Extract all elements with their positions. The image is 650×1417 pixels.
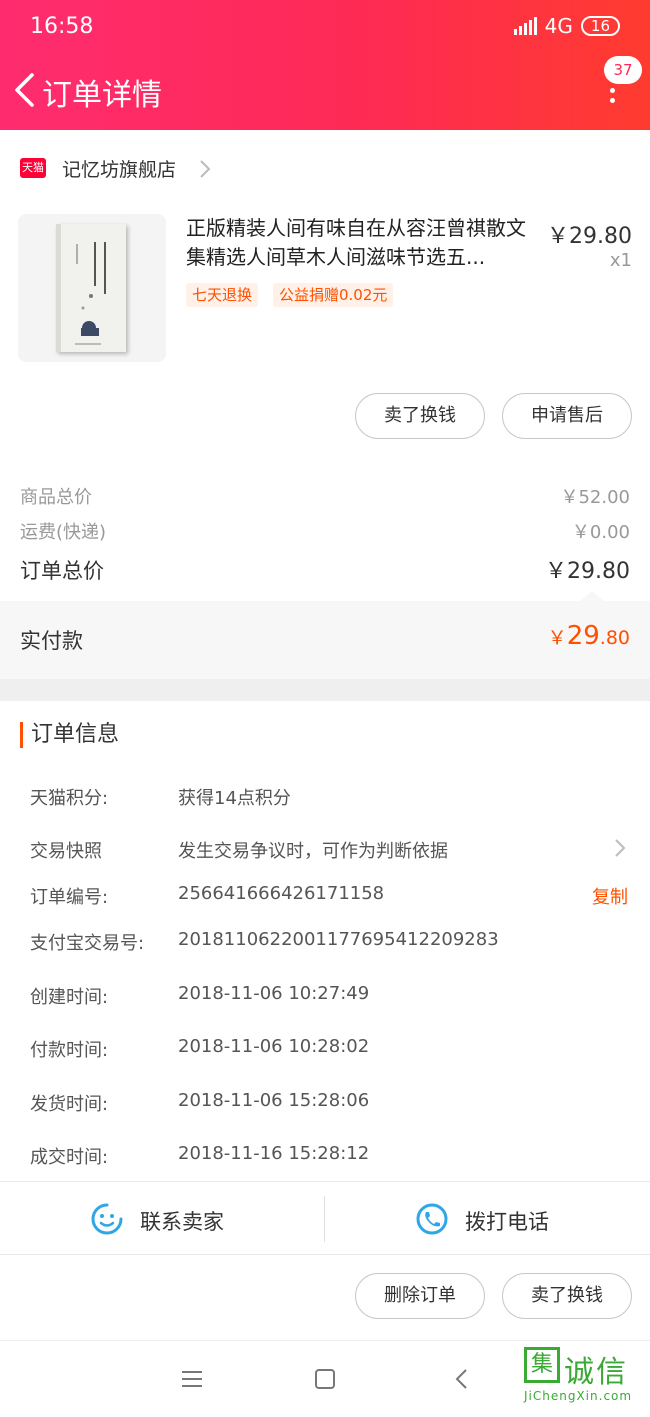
- paid-time-label: 付款时间:: [30, 1040, 109, 1061]
- deal-time-value: 2018-11-16 15:28:12: [178, 1143, 370, 1164]
- paid-label: 实付款: [20, 629, 83, 653]
- order-info-title: 订单信息: [20, 722, 119, 748]
- product-image[interactable]: [18, 214, 166, 362]
- created-time-label: 创建时间:: [30, 987, 109, 1008]
- snapshot-label[interactable]: 交易快照: [30, 837, 102, 863]
- status-icons: 4G 16: [513, 14, 620, 38]
- watermark-logo: 集 诚信 JiChengXin.com: [524, 1347, 642, 1413]
- sell-again-button[interactable]: 卖了换钱: [502, 1273, 632, 1319]
- tmall-logo-icon: 天猫: [20, 158, 46, 178]
- tag-seven-day-return: 七天退换: [186, 283, 259, 307]
- product-title[interactable]: 正版精装人间有味自在从容汪曾祺散文集精选人间草木人间滋味节选五...: [186, 214, 536, 272]
- menu-icon[interactable]: [180, 1367, 204, 1391]
- book-cover-image: [56, 224, 126, 352]
- created-time-value: 2018-11-06 10:27:49: [178, 983, 370, 1004]
- paid-amount-box: 实付款 ￥29.80: [0, 591, 650, 679]
- goods-total-value: ￥52.00: [560, 487, 630, 508]
- watermark-url: JiChengXin.com: [524, 1389, 633, 1403]
- shipped-time-label: 发货时间:: [30, 1094, 109, 1115]
- notch-decoration: [580, 591, 604, 601]
- home-square-icon[interactable]: [313, 1367, 337, 1391]
- copy-button[interactable]: 复制: [592, 883, 628, 909]
- goods-total-label: 商品总价: [20, 487, 92, 508]
- shipping-label: 运费(快递): [20, 522, 107, 543]
- order-number-label: 订单编号:: [30, 887, 109, 908]
- divider: [324, 1196, 325, 1242]
- alipay-number-value: 2018110622001177695412209283: [178, 929, 499, 950]
- book-art-icon: [75, 242, 106, 345]
- system-nav-bar: 集 诚信 JiChengXin.com: [0, 1340, 650, 1417]
- tag-charity-donation: 公益捐赠0.02元: [273, 283, 394, 307]
- watermark-text: 诚信: [564, 1355, 628, 1390]
- section-divider: [0, 679, 650, 701]
- more-menu-icon[interactable]: [610, 88, 616, 108]
- order-total-value: ￥29.80: [545, 559, 630, 584]
- chevron-right-icon: [200, 160, 211, 178]
- store-name[interactable]: 记忆坊旗舰店: [62, 155, 176, 182]
- store-row[interactable]: 天猫 记忆坊旗舰店: [0, 145, 650, 193]
- chat-face-icon[interactable]: [90, 1202, 124, 1236]
- product-price: ￥29.80: [547, 224, 632, 249]
- paid-time-value: 2018-11-06 10:28:02: [178, 1036, 370, 1057]
- shipping-value: ￥0.00: [571, 522, 630, 543]
- order-total-label: 订单总价: [20, 559, 104, 583]
- page-title: 订单详情: [42, 78, 162, 113]
- alipay-number-label: 支付宝交易号:: [30, 933, 145, 954]
- paid-currency: ￥: [547, 627, 567, 649]
- back-icon[interactable]: [450, 1367, 474, 1391]
- after-sale-button[interactable]: 申请售后: [502, 393, 632, 439]
- product-quantity: x1: [609, 250, 632, 271]
- message-badge[interactable]: 37: [604, 56, 642, 84]
- app-header: 16:58 4G 16 订单详情 37: [0, 0, 650, 130]
- snapshot-value[interactable]: 发生交易争议时，可作为判断依据: [178, 837, 448, 863]
- points-label: 天猫积分:: [30, 788, 109, 809]
- battery-icon: 16: [580, 16, 620, 36]
- sell-button[interactable]: 卖了换钱: [355, 393, 485, 439]
- status-time: 16:58: [30, 14, 94, 39]
- delete-order-button[interactable]: 删除订单: [355, 1273, 485, 1319]
- paid-decimal: .80: [599, 627, 630, 649]
- order-number-value: 256641666426171158: [178, 883, 385, 904]
- contact-bar: 联系卖家 拨打电话: [0, 1181, 650, 1255]
- points-value: 获得14点积分: [178, 788, 291, 809]
- network-label: 4G: [544, 14, 573, 38]
- paid-integer: 29: [566, 621, 600, 651]
- watermark-box: 集: [524, 1347, 560, 1383]
- signal-icon: [513, 17, 537, 35]
- back-arrow-icon[interactable]: [12, 72, 38, 108]
- deal-time-label: 成交时间:: [30, 1147, 109, 1168]
- call-phone-button[interactable]: 拨打电话: [465, 1206, 549, 1236]
- phone-icon[interactable]: [415, 1202, 449, 1236]
- chevron-right-icon[interactable]: [614, 838, 626, 858]
- contact-seller-button[interactable]: 联系卖家: [140, 1206, 224, 1236]
- paid-value: ￥29.80: [548, 621, 630, 651]
- shipped-time-value: 2018-11-06 15:28:06: [178, 1090, 370, 1111]
